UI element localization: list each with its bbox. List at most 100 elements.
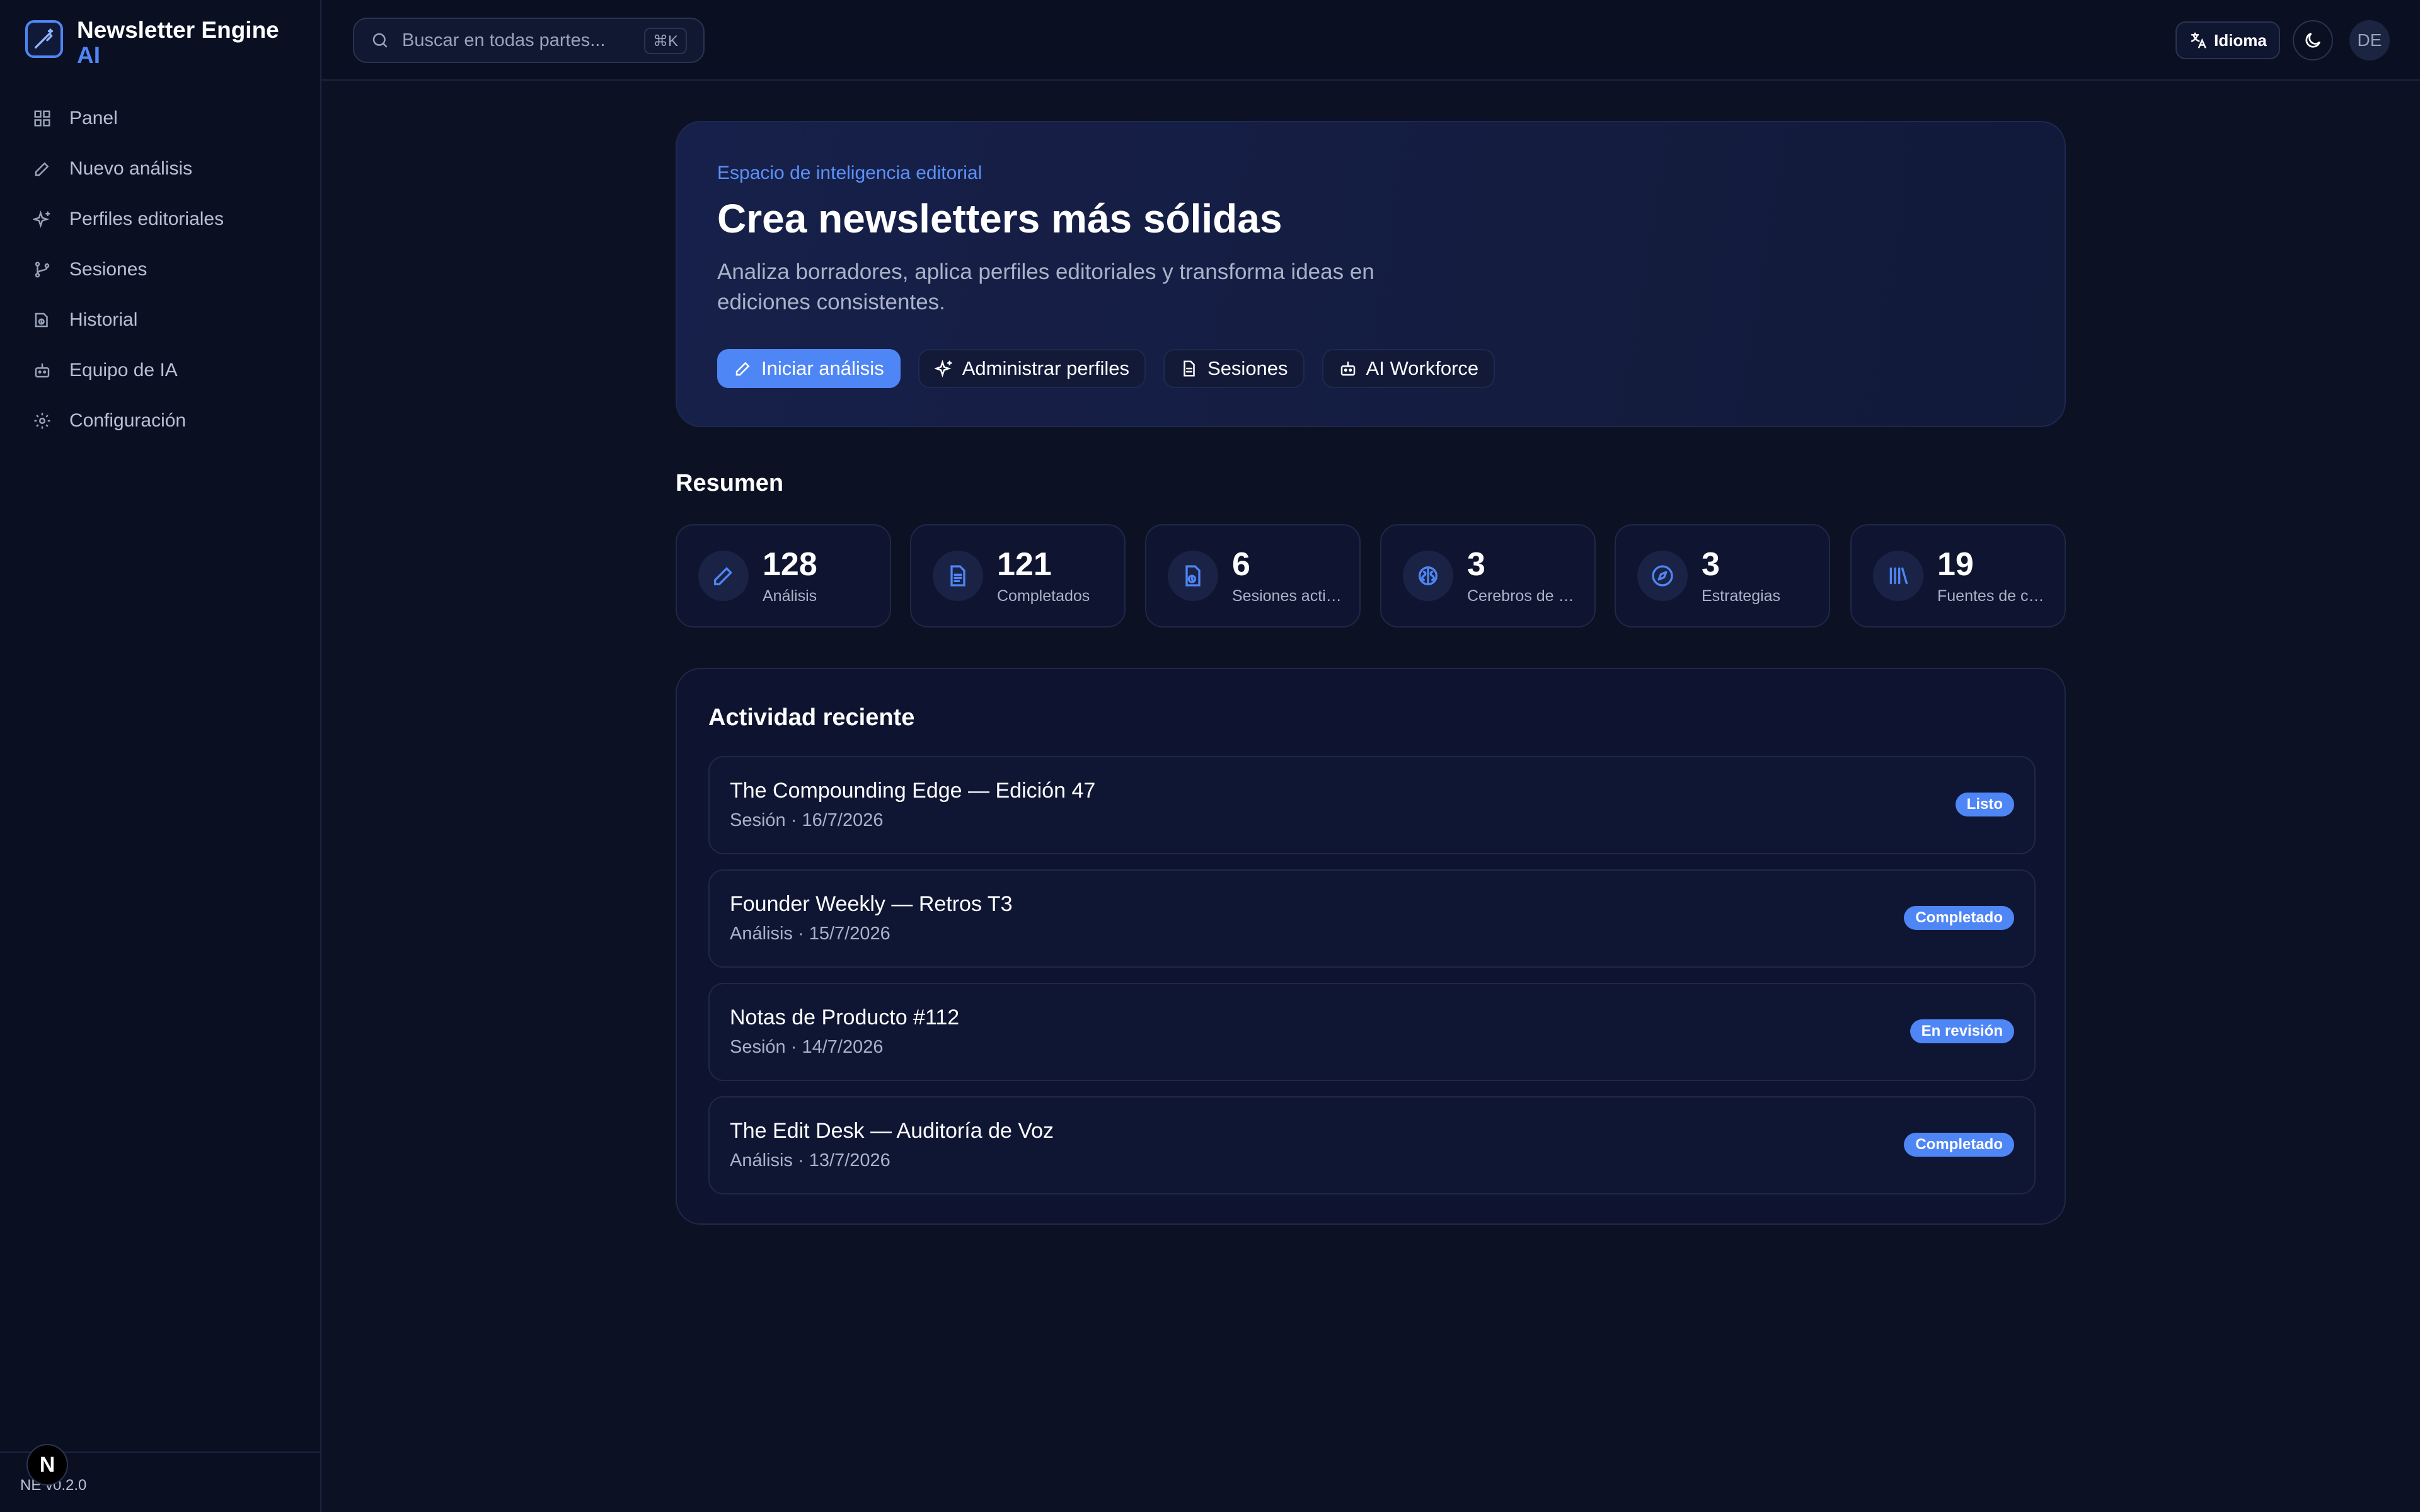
status-badge: Completado <box>1904 906 2014 930</box>
search-shortcut: ⌘K <box>643 28 687 54</box>
file-clock-icon <box>1168 551 1218 601</box>
hero-actions: Iniciar análisis Administrar perfiles Se… <box>717 349 1495 388</box>
sidebar: Newsletter Engine AI Panel Nuevo análisi… <box>0 0 321 1512</box>
brand-sub: AI <box>77 42 100 68</box>
moon-icon <box>2305 33 2320 48</box>
status-badge: Completado <box>1904 1133 2014 1157</box>
gear-icon <box>34 413 50 429</box>
avatar[interactable]: DE <box>2349 20 2390 60</box>
start-analysis-button[interactable]: Iniciar análisis <box>717 349 901 388</box>
library-icon <box>1873 551 1923 601</box>
item-meta: Sesión · 14/7/2026 <box>730 1037 884 1057</box>
summary-title: Resumen <box>676 470 784 496</box>
stat-card-strategies[interactable]: 3 Estrategias <box>1615 524 1830 627</box>
document-icon <box>1184 360 1195 377</box>
sidebar-item-label: Perfiles editoriales <box>69 209 224 229</box>
brand-name: Newsletter Engine <box>77 17 279 43</box>
stat-label: Fuentes de conocimiento <box>1937 587 2051 605</box>
dev-badge[interactable]: N <box>26 1444 68 1486</box>
item-title: The Compounding Edge — Edición 47 <box>730 779 1096 803</box>
sidebar-item-ai-team[interactable]: Equipo de IA <box>19 345 302 396</box>
stat-value: 6 <box>1232 546 1250 583</box>
manage-profiles-button[interactable]: Administrar perfiles <box>918 349 1146 388</box>
brand[interactable]: Newsletter Engine AI <box>25 18 279 68</box>
sidebar-item-label: Nuevo análisis <box>69 158 193 179</box>
bot-icon <box>35 363 50 378</box>
stat-value: 128 <box>763 546 817 583</box>
pencil-icon <box>698 551 749 601</box>
sidebar-item-new-analysis[interactable]: Nuevo análisis <box>19 144 302 194</box>
item-meta: Sesión · 16/7/2026 <box>730 810 884 830</box>
stat-label: Estrategias <box>1702 587 1781 605</box>
stat-card-analyses[interactable]: 128 Análisis <box>676 524 891 627</box>
compass-icon <box>1637 551 1688 601</box>
grid-icon <box>34 110 50 127</box>
item-meta: Análisis · 13/7/2026 <box>730 1150 890 1171</box>
search-icon <box>372 33 388 48</box>
stats-row: 128 Análisis 121 Completados 6 Sesiones … <box>676 524 2066 627</box>
stat-label: Cerebros de marca <box>1467 587 1581 605</box>
ai-workforce-button[interactable]: AI Workforce <box>1322 349 1495 388</box>
hero-card: Espacio de inteligencia editorial Crea n… <box>676 121 2066 427</box>
sidebar-item-label: Historial <box>69 309 138 330</box>
sidebar-item-profiles[interactable]: Perfiles editoriales <box>19 194 302 244</box>
stat-card-active-sessions[interactable]: 6 Sesiones activas <box>1145 524 1361 627</box>
button-label: Sesiones <box>1207 357 1288 379</box>
item-title: Notas de Producto #112 <box>730 1005 960 1029</box>
translate-icon <box>2191 32 2206 49</box>
list-item[interactable]: The Edit Desk — Auditoría de Voz Análisi… <box>708 1096 2036 1194</box>
logo-icon <box>25 20 63 58</box>
list-item[interactable]: Founder Weekly — Retros T3 Análisis · 15… <box>708 869 2036 968</box>
stat-value: 3 <box>1467 546 1485 583</box>
stat-card-brand-brains[interactable]: 3 Cerebros de marca <box>1380 524 1596 627</box>
document-icon <box>933 551 983 601</box>
stat-label: Análisis <box>763 587 817 605</box>
sidebar-item-history[interactable]: Historial <box>19 295 302 345</box>
sidebar-item-settings[interactable]: Configuración <box>19 396 302 446</box>
brain-icon <box>1403 551 1453 601</box>
stat-card-completed[interactable]: 121 Completados <box>910 524 1126 627</box>
item-title: Founder Weekly — Retros T3 <box>730 892 1013 916</box>
recent-activity-card: Actividad reciente The Compounding Edge … <box>676 668 2066 1225</box>
stat-label: Completados <box>997 587 1090 605</box>
language-button[interactable]: Idioma <box>2175 21 2280 59</box>
pencil-icon <box>35 162 49 176</box>
sessions-button[interactable]: Sesiones <box>1163 349 1305 388</box>
status-badge: En revisión <box>1910 1019 2014 1043</box>
item-meta: Análisis · 15/7/2026 <box>730 924 890 944</box>
language-label: Idioma <box>2214 30 2267 50</box>
list-item[interactable]: Notas de Producto #112 Sesión · 14/7/202… <box>708 983 2036 1081</box>
branch-icon <box>35 261 50 278</box>
sidebar-item-label: Configuración <box>69 410 187 431</box>
stat-value: 3 <box>1702 546 1720 583</box>
activity-list: The Compounding Edge — Edición 47 Sesión… <box>708 756 2036 1210</box>
search-input[interactable]: Buscar en todas partes... ⌘K <box>353 18 705 63</box>
stat-label: Sesiones activas <box>1232 587 1345 605</box>
recent-activity-title: Actividad reciente <box>708 704 915 731</box>
hero-eyebrow: Espacio de inteligencia editorial <box>717 163 982 183</box>
button-label: Administrar perfiles <box>962 357 1130 379</box>
sidebar-item-panel[interactable]: Panel <box>19 93 302 144</box>
sparkles-icon <box>33 210 50 228</box>
button-label: AI Workforce <box>1366 357 1479 379</box>
page-title: Crea newsletters más sólidas <box>717 196 1282 241</box>
topbar: Buscar en todas partes... ⌘K Idioma DE <box>321 0 2420 81</box>
sidebar-nav: Panel Nuevo análisis Perfiles editoriale… <box>19 93 302 446</box>
history-icon <box>35 312 48 328</box>
status-badge: Listo <box>1955 793 2014 816</box>
sidebar-item-label: Sesiones <box>69 259 147 280</box>
sparkles-icon <box>934 360 952 377</box>
sidebar-item-sessions[interactable]: Sesiones <box>19 244 302 295</box>
stat-value: 121 <box>997 546 1052 583</box>
sidebar-item-label: Equipo de IA <box>69 360 178 381</box>
sidebar-item-label: Panel <box>69 108 118 129</box>
stat-card-knowledge-sources[interactable]: 19 Fuentes de conocimiento <box>1850 524 2066 627</box>
bot-icon <box>1340 361 1355 376</box>
search-placeholder: Buscar en todas partes... <box>402 30 606 50</box>
item-title: The Edit Desk — Auditoría de Voz <box>730 1119 1054 1143</box>
list-item[interactable]: The Compounding Edge — Edición 47 Sesión… <box>708 756 2036 854</box>
stat-value: 19 <box>1937 546 1974 583</box>
pencil-icon <box>735 362 750 376</box>
button-label: Iniciar análisis <box>761 357 884 379</box>
theme-toggle-button[interactable] <box>2293 20 2333 60</box>
